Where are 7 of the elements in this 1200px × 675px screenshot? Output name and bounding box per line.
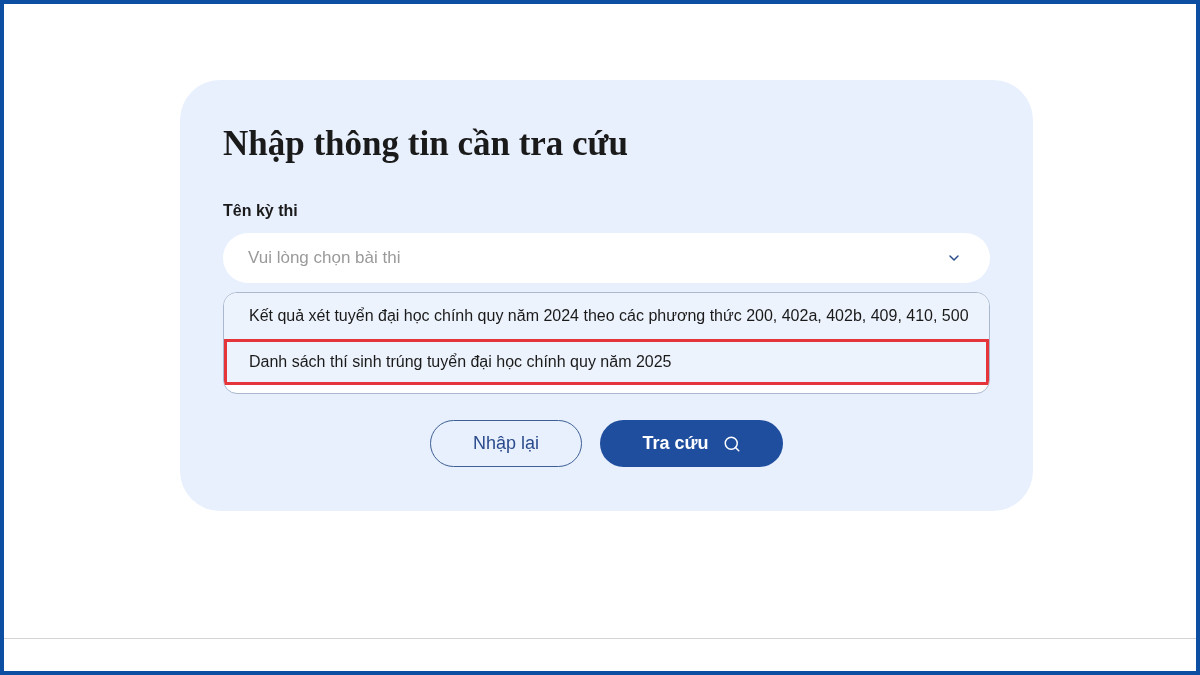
- dropdown-option[interactable]: Danh sách thí sinh trúng tuyển đại học chính quy năm 2025: [224, 339, 989, 385]
- form-title: Nhập thông tin cần tra cứu: [223, 123, 630, 165]
- select-field[interactable]: Vui lòng chọn bài thi: [223, 233, 990, 283]
- dropdown-option[interactable]: Kết quả xét tuyển đại học chính quy năm 2024 theo các phương thức 200, 402a, 402b, 409, 410, 500: [224, 293, 989, 339]
- search-button[interactable]: Tra cứu: [600, 420, 783, 467]
- search-icon: [722, 434, 741, 453]
- field-label: Tên kỳ thi: [223, 201, 299, 221]
